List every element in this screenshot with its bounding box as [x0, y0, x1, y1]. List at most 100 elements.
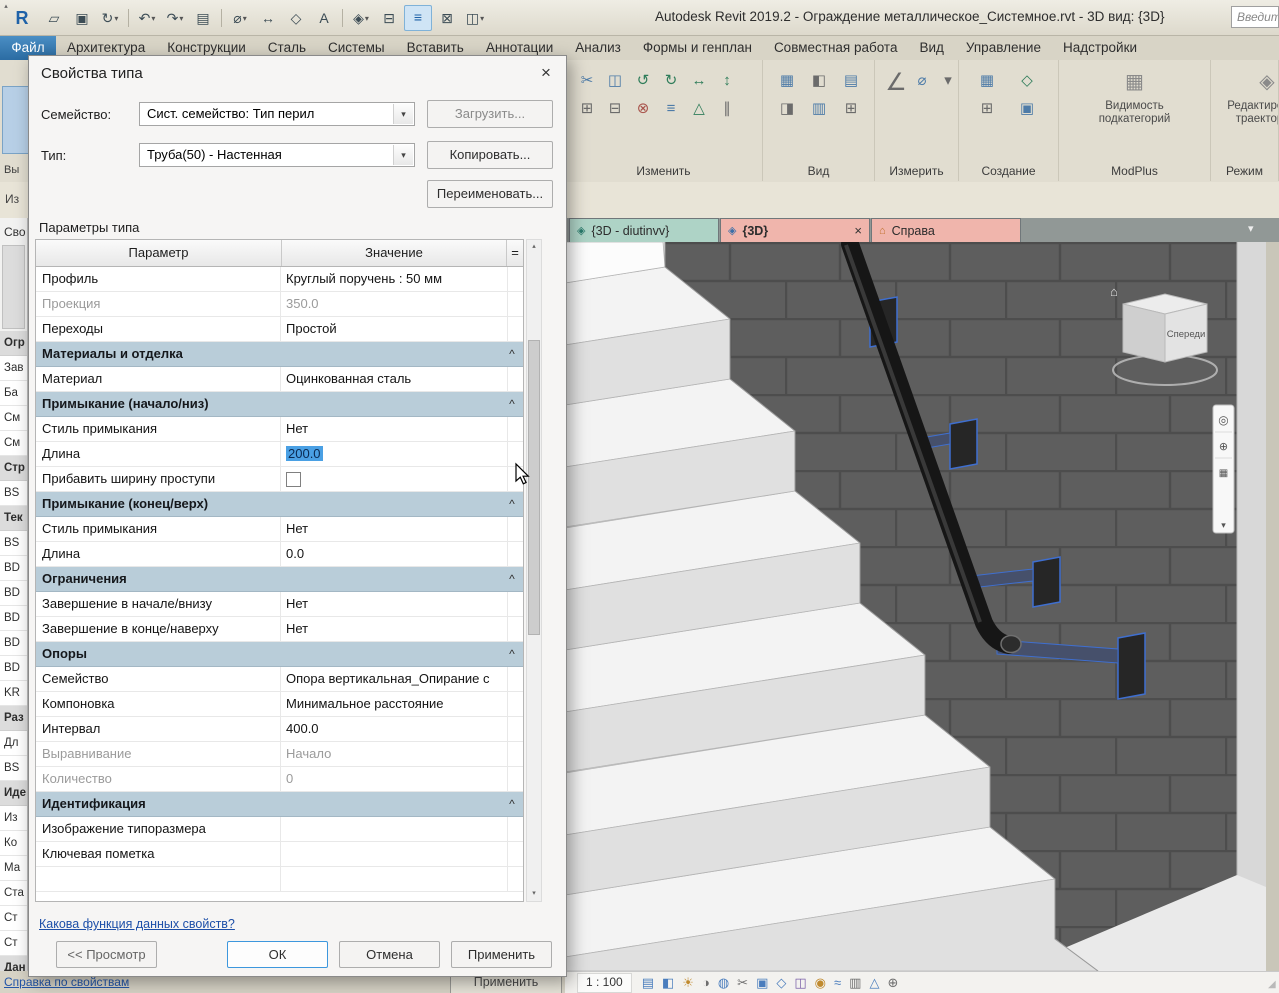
tab-overflow-icon[interactable]: ▾: [1248, 222, 1254, 235]
rename-button[interactable]: Переименовать...: [427, 180, 553, 208]
ribbon-tool-icon[interactable]: ∠: [885, 70, 907, 96]
navbar-expand-icon[interactable]: ▾: [1221, 520, 1226, 530]
viewcube-front-face-label[interactable]: Спереди: [1167, 329, 1206, 340]
wall-mount-plate[interactable]: [1118, 633, 1145, 699]
visual-style-icon[interactable]: ◧: [662, 974, 674, 992]
palette-row[interactable]: Огр: [0, 331, 27, 356]
param-value[interactable]: 0.0: [281, 542, 508, 566]
param-column-header[interactable]: Параметр: [36, 240, 282, 266]
load-button[interactable]: Загрузить...: [427, 100, 553, 128]
viewcube-home-icon[interactable]: ⌂: [1110, 284, 1118, 299]
ribbon-tool-icon[interactable]: ▦: [969, 70, 1005, 92]
param-value[interactable]: [281, 842, 508, 866]
ribbon-tool-icon[interactable]: ▤: [837, 70, 865, 92]
collapse-chevron-icon[interactable]: ^: [501, 642, 523, 666]
param-section-header[interactable]: Материалы и отделка^: [36, 342, 523, 367]
ok-button[interactable]: ОК: [227, 941, 328, 968]
ribbon-tab[interactable]: Формы и генплан: [632, 36, 763, 60]
param-value[interactable]: 200.0: [281, 442, 508, 466]
chevron-down-icon[interactable]: ▾: [393, 104, 413, 124]
ribbon-tool-icon[interactable]: ▣: [1009, 98, 1045, 120]
palette-row[interactable]: Из: [0, 806, 27, 831]
ribbon-tool-icon[interactable]: ⊞: [575, 98, 599, 120]
switch-windows-icon[interactable]: ◫▾: [462, 6, 488, 30]
param-section-header[interactable]: Примыкание (начало/низ)^: [36, 392, 523, 417]
ribbon-tool-icon[interactable]: ↺: [631, 70, 655, 92]
collapse-chevron-icon[interactable]: ^: [501, 792, 523, 816]
section-icon[interactable]: ⊟: [376, 6, 402, 30]
palette-row[interactable]: Иде: [0, 781, 27, 806]
param-value[interactable]: Круглый поручень : 50 мм: [281, 267, 508, 291]
collapse-chevron-icon[interactable]: ^: [501, 342, 523, 366]
param-section-header[interactable]: Примыкание (конец/верх)^: [36, 492, 523, 517]
param-value[interactable]: [281, 817, 508, 841]
ribbon-tab[interactable]: Надстройки: [1052, 36, 1148, 60]
scroll-up-icon[interactable]: ▴: [0, 0, 12, 13]
collapse-chevron-icon[interactable]: ^: [501, 567, 523, 591]
palette-row[interactable]: BD: [0, 606, 27, 631]
ribbon-tool-icon[interactable]: ▦: [773, 70, 801, 92]
ribbon-tool-icon[interactable]: ◇: [1009, 70, 1045, 92]
palette-row[interactable]: Ст: [0, 906, 27, 931]
redo-icon[interactable]: ↷▾: [162, 6, 188, 30]
duplicate-button[interactable]: Копировать...: [427, 141, 553, 169]
palette-row[interactable]: Дан: [0, 956, 27, 971]
close-icon[interactable]: ×: [532, 60, 560, 86]
reveal-constraints-icon[interactable]: ⊕: [887, 974, 898, 992]
ribbon-tab[interactable]: Анализ: [564, 36, 632, 60]
type-select[interactable]: Труба(50) - Настенная ▾: [139, 143, 415, 167]
save-icon[interactable]: ▣: [69, 6, 95, 30]
measure-icon[interactable]: ⌀▾: [227, 6, 253, 30]
param-value[interactable]: Простой: [281, 317, 508, 341]
ribbon-tool-icon[interactable]: ↔: [687, 70, 711, 92]
properties-help-link[interactable]: Справка по свойствам: [4, 975, 129, 989]
ribbon-tool-icon[interactable]: ◫: [603, 70, 627, 92]
analytical-model-icon[interactable]: △: [869, 974, 879, 992]
resize-grip[interactable]: ◢: [1268, 979, 1276, 990]
ribbon-tab[interactable]: Вид: [908, 36, 954, 60]
ribbon-tab[interactable]: Управление: [955, 36, 1052, 60]
ribbon-tool-icon[interactable]: ⌀: [911, 70, 933, 96]
palette-row[interactable]: См: [0, 431, 27, 456]
scrollbar-thumb[interactable]: [528, 340, 540, 635]
palette-row[interactable]: BS: [0, 756, 27, 781]
param-section-header[interactable]: Опоры^: [36, 642, 523, 667]
zoom-icon[interactable]: ⊕: [1219, 441, 1228, 453]
navigation-bar[interactable]: ◎ ⊕ ▦ ▾: [1213, 405, 1234, 533]
crop-view-icon[interactable]: ✂: [737, 974, 748, 992]
print-icon[interactable]: ▤: [190, 6, 216, 30]
worksharing-display-icon[interactable]: ≈: [834, 974, 841, 992]
param-value[interactable]: Минимальное расстояние: [281, 692, 508, 716]
ribbon-big-button[interactable]: ▦Видимость подкатегорий: [1079, 68, 1191, 126]
sun-path-icon[interactable]: ☀: [682, 974, 694, 992]
shadows-icon[interactable]: ◑: [702, 974, 710, 992]
default-3d-view-icon[interactable]: ◈▾: [348, 6, 374, 30]
ribbon-tool-icon[interactable]: ↻: [659, 70, 683, 92]
properties-function-help-link[interactable]: Какова функция данных свойств?: [39, 917, 235, 931]
ribbon-tool-icon[interactable]: ◧: [805, 70, 833, 92]
family-select[interactable]: Сист. семейство: Тип перил ▾: [139, 102, 415, 126]
view-tab[interactable]: ⌂Справа: [871, 218, 1021, 242]
navigation-wheel-icon[interactable]: ◎: [1218, 413, 1228, 427]
modify-button[interactable]: [2, 86, 29, 154]
palette-row[interactable]: Ко: [0, 831, 27, 856]
close-view-icon[interactable]: ×: [854, 223, 862, 238]
temporary-isolate-icon[interactable]: ◫: [794, 974, 806, 992]
ribbon-tool-icon[interactable]: ⊞: [837, 98, 865, 120]
palette-row[interactable]: BD: [0, 656, 27, 681]
aligned-dimension-icon[interactable]: ↔: [255, 6, 281, 30]
ribbon-tool-icon[interactable]: ↕: [715, 70, 739, 92]
ribbon-tool-icon[interactable]: ⊟: [603, 98, 627, 120]
param-value[interactable]: Нет: [281, 517, 508, 541]
palette-row[interactable]: Дл: [0, 731, 27, 756]
palette-row[interactable]: Ста: [0, 881, 27, 906]
palette-row[interactable]: BS: [0, 531, 27, 556]
ribbon-tool-icon[interactable]: ◨: [773, 98, 801, 120]
ribbon-tool-icon[interactable]: ∥: [715, 98, 739, 120]
ribbon-tab[interactable]: Совместная работа: [763, 36, 909, 60]
param-section-header[interactable]: Ограничения^: [36, 567, 523, 592]
preview-button[interactable]: << Просмотр: [56, 941, 157, 968]
palette-row[interactable]: KR: [0, 681, 27, 706]
palette-row[interactable]: Ба: [0, 381, 27, 406]
ribbon-tool-icon[interactable]: ✂: [575, 70, 599, 92]
